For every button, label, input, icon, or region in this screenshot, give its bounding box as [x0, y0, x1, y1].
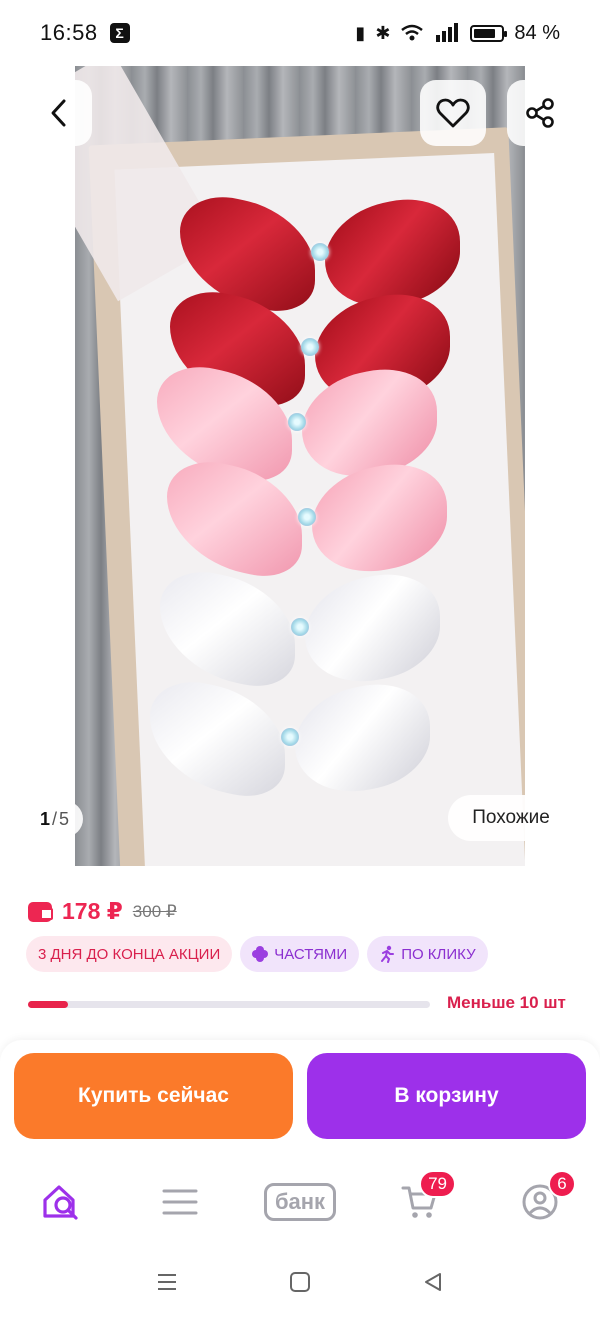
- status-time: 16:58: [40, 20, 98, 45]
- profile-count-badge: 6: [548, 1170, 576, 1198]
- nav-bank-label: банк: [263, 1183, 337, 1221]
- stock-progress: [28, 1001, 430, 1008]
- action-bar: Купить сейчас В корзину: [0, 1040, 600, 1160]
- recent-apps-icon: [157, 1273, 176, 1290]
- wallet-icon: [28, 901, 53, 922]
- battery-icon: [470, 24, 508, 42]
- image-counter-current: 1: [40, 808, 51, 829]
- back-button[interactable]: [26, 80, 92, 146]
- share-button[interactable]: [507, 80, 573, 146]
- buy-now-button[interactable]: Купить сейчас: [14, 1053, 293, 1139]
- similar-button[interactable]: Похожие: [448, 795, 574, 841]
- heart-icon: [436, 98, 470, 128]
- price-row: 178 ₽ 300 ₽: [28, 898, 177, 925]
- promo-badge-label: 3 ДНЯ ДО КОНЦА АКЦИИ: [38, 945, 221, 963]
- running-person-icon: [381, 945, 395, 963]
- clover-icon: [252, 946, 269, 962]
- home-button[interactable]: [280, 1262, 320, 1302]
- bluetooth-icon: ✱: [375, 22, 391, 43]
- image-counter: 1 / 5: [26, 801, 84, 837]
- image-counter-separator: /: [52, 808, 58, 829]
- nav-home[interactable]: [31, 1172, 91, 1232]
- wifi-icon: [401, 24, 424, 41]
- status-icons: ▮ ✱ 84 %: [355, 22, 560, 45]
- product-info: 178 ₽ 300 ₽ 3 ДНЯ ДО КОНЦА АКЦИИ ЧАСТЯМИ…: [0, 866, 600, 1036]
- installments-badge-label: ЧАСТЯМИ: [274, 945, 348, 963]
- old-price: 300 ₽: [132, 901, 177, 921]
- home-square-icon: [289, 1271, 310, 1292]
- cart-count-badge: 79: [419, 1170, 456, 1198]
- chevron-left-icon: [51, 99, 66, 127]
- recent-apps-button[interactable]: [147, 1262, 187, 1302]
- favorite-button[interactable]: [420, 80, 486, 146]
- promo-badges: 3 ДНЯ ДО КОНЦА АКЦИИ ЧАСТЯМИ ПО КЛИКУ: [26, 936, 488, 972]
- one-click-badge-label: ПО КЛИКУ: [401, 945, 476, 963]
- product-photo[interactable]: [75, 66, 525, 866]
- product-gallery[interactable]: 1 / 5 Похожие: [0, 66, 600, 866]
- sigma-icon: Σ: [109, 23, 130, 43]
- nav-cart[interactable]: 79: [390, 1170, 456, 1232]
- status-bar: 16:58 Σ ▮ ✱ 84 %: [0, 0, 600, 66]
- share-icon: [526, 98, 554, 128]
- current-price: 178 ₽: [62, 898, 123, 924]
- nav-bank[interactable]: банк: [256, 1172, 344, 1232]
- bottom-nav: банк 79 6: [0, 1160, 600, 1244]
- installments-badge[interactable]: ЧАСТЯМИ: [240, 936, 360, 972]
- battery-percent: 84 %: [514, 21, 560, 44]
- promo-badge[interactable]: 3 ДНЯ ДО КОНЦА АКЦИИ: [26, 936, 233, 972]
- system-nav-bar: [0, 1244, 600, 1319]
- nav-catalog[interactable]: [150, 1172, 210, 1232]
- back-system-button[interactable]: [413, 1262, 453, 1302]
- menu-lines-icon: [162, 1189, 198, 1215]
- stock-label: Меньше 10 шт: [447, 993, 566, 1012]
- back-triangle-icon: [425, 1272, 442, 1291]
- signal-icon: [436, 23, 459, 42]
- stock-progress-fill: [28, 1001, 69, 1008]
- nav-profile[interactable]: 6: [510, 1170, 576, 1232]
- vibrate-icon: ▮: [355, 22, 366, 43]
- one-click-badge[interactable]: ПО КЛИКУ: [367, 936, 488, 972]
- add-to-cart-button[interactable]: В корзину: [307, 1053, 586, 1139]
- image-counter-total: 5: [59, 808, 70, 829]
- home-search-icon: [43, 1185, 78, 1220]
